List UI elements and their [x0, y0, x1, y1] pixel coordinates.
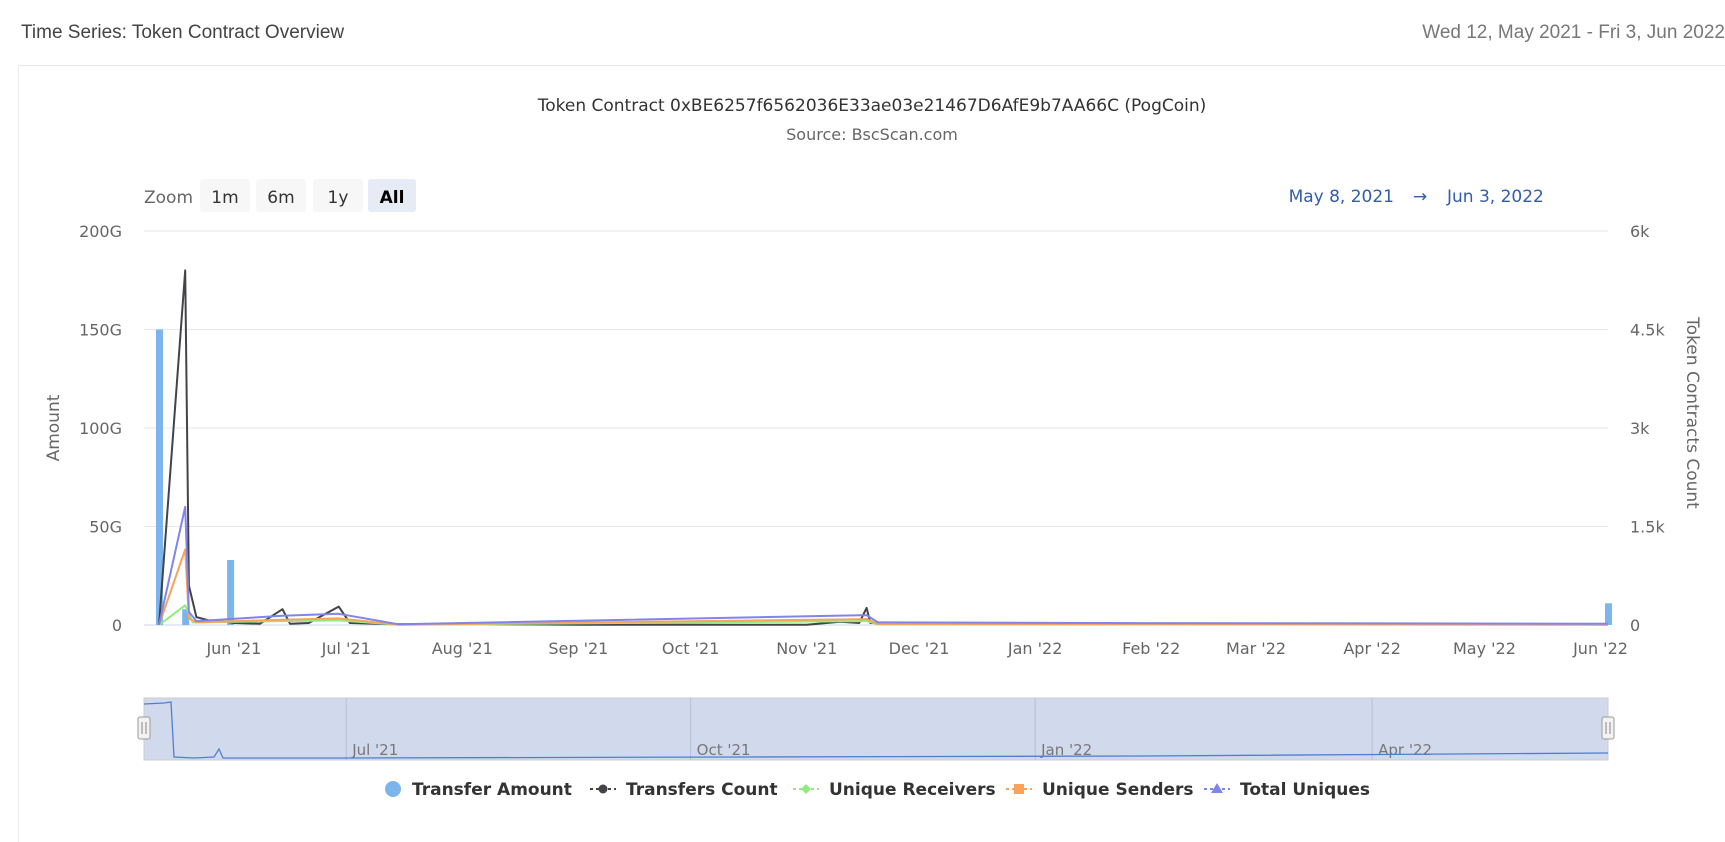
range-to[interactable]: Jun 3, 2022 — [1446, 187, 1544, 207]
legend-label: Total Uniques — [1240, 780, 1370, 800]
zoom-button-1m[interactable]: 1m — [200, 179, 250, 212]
legend-item-unique-senders[interactable]: Unique Senders — [1006, 780, 1194, 800]
legend-label: Transfer Amount — [412, 780, 572, 800]
legend-item-transfers-count[interactable]: Transfers Count — [590, 780, 778, 800]
series-line[interactable] — [158, 269, 1608, 626]
zoom-label: Zoom — [144, 188, 193, 208]
right-axis-title: Token Contracts Count — [1682, 316, 1702, 509]
chart-svg: Token Contract 0xBE6257f6562036E33ae03e2… — [44, 96, 1702, 800]
zoom-button-group: 1m 6m 1y All — [200, 179, 416, 212]
legend-label: Unique Senders — [1042, 780, 1194, 800]
y-right-tick-label: 4.5k — [1630, 321, 1665, 340]
legend-label: Unique Receivers — [829, 780, 996, 800]
y-right-tick-label: 3k — [1630, 419, 1650, 438]
x-tick-label: Jun '21 — [205, 639, 261, 658]
navigator-handle-right[interactable] — [1601, 716, 1615, 740]
legend-item-unique-receivers[interactable]: Unique Receivers — [793, 780, 996, 800]
zoom-button-label: 1y — [328, 188, 349, 208]
zoom-button-6m[interactable]: 6m — [256, 179, 306, 212]
y-right-tick-label: 6k — [1630, 222, 1650, 241]
series-unique-senders — [158, 548, 1609, 626]
navigator-label: Oct '21 — [697, 741, 751, 759]
navigator-label: Jul '21 — [351, 741, 398, 759]
x-tick-label: Feb '22 — [1122, 639, 1180, 658]
handle-body[interactable] — [1601, 716, 1615, 740]
x-tick-label: Jan '22 — [1007, 639, 1063, 658]
navigator-label: Apr '22 — [1378, 741, 1432, 759]
series-transfers-count — [158, 269, 1608, 626]
legend-symbol — [1014, 784, 1024, 794]
x-tick-label: Jun '22 — [1572, 639, 1628, 658]
plot-area — [155, 269, 1612, 626]
legend-symbol — [385, 781, 401, 797]
zoom-button-1y[interactable]: 1y — [313, 179, 363, 212]
navigator[interactable]: Jul '21 Oct '21 Jan '22 Apr '22 — [137, 697, 1615, 761]
legend-symbol — [801, 784, 811, 794]
left-axis-title: Amount — [44, 394, 64, 461]
y-left-tick-label: 50G — [89, 518, 122, 537]
chart-subtitle: Source: BscScan.com — [786, 125, 958, 144]
zoom-button-label: All — [380, 188, 405, 208]
series-line[interactable] — [158, 548, 1609, 626]
handle-body[interactable] — [137, 716, 151, 740]
legend-item-transfer-amount[interactable]: Transfer Amount — [385, 780, 572, 800]
grid-lines — [144, 230, 1608, 626]
x-tick-label: May '22 — [1453, 639, 1516, 658]
legend-label: Transfers Count — [626, 780, 778, 800]
y-left-tick-label: 150G — [79, 321, 122, 340]
y-left-tick-label: 200G — [79, 222, 122, 241]
x-tick-label: Aug '21 — [432, 639, 493, 658]
x-tick-label: Oct '21 — [662, 639, 720, 658]
transfer-amount-bar[interactable] — [1605, 603, 1612, 625]
x-tick-label: Mar '22 — [1226, 639, 1286, 658]
chart-title: Token Contract 0xBE6257f6562036E33ae03e2… — [537, 96, 1207, 116]
series-transfer-amount — [155, 329, 1612, 625]
y-left-tick-label: 0 — [112, 616, 122, 635]
x-tick-label: Apr '22 — [1343, 639, 1401, 658]
range-from[interactable]: May 8, 2021 — [1289, 187, 1394, 207]
x-tick-label: Sep '21 — [548, 639, 608, 658]
zoom-button-label: 6m — [267, 188, 294, 208]
x-tick-label: Nov '21 — [776, 639, 837, 658]
y-left-tick-label: 100G — [79, 419, 122, 438]
series-total-uniques — [158, 505, 1609, 626]
right-axis-labels: 0 1.5k 3k 4.5k 6k — [1630, 222, 1665, 635]
transfer-amount-bar[interactable] — [227, 559, 235, 625]
x-tick-label: Jul '21 — [321, 639, 371, 658]
left-axis-labels: 0 50G 100G 150G 200G — [79, 222, 122, 635]
x-tick-label: Dec '21 — [889, 639, 950, 658]
range-arrow: → — [1413, 187, 1427, 207]
series-line[interactable] — [158, 505, 1609, 626]
legend: Transfer Amount Transfers Count Unique Rec… — [385, 780, 1370, 800]
zoom-button-label: 1m — [211, 188, 238, 208]
y-right-tick-label: 1.5k — [1630, 518, 1665, 537]
legend-symbol — [598, 784, 608, 794]
legend-item-total-uniques[interactable]: Total Uniques — [1204, 780, 1370, 800]
x-axis: Jun '21 Jul '21 Aug '21 Sep '21 Oct '21 Nov '… — [205, 639, 1627, 658]
zoom-button-all[interactable]: All — [368, 179, 416, 212]
navigator-handle-left[interactable] — [137, 716, 151, 740]
y-right-tick-label: 0 — [1630, 616, 1640, 635]
